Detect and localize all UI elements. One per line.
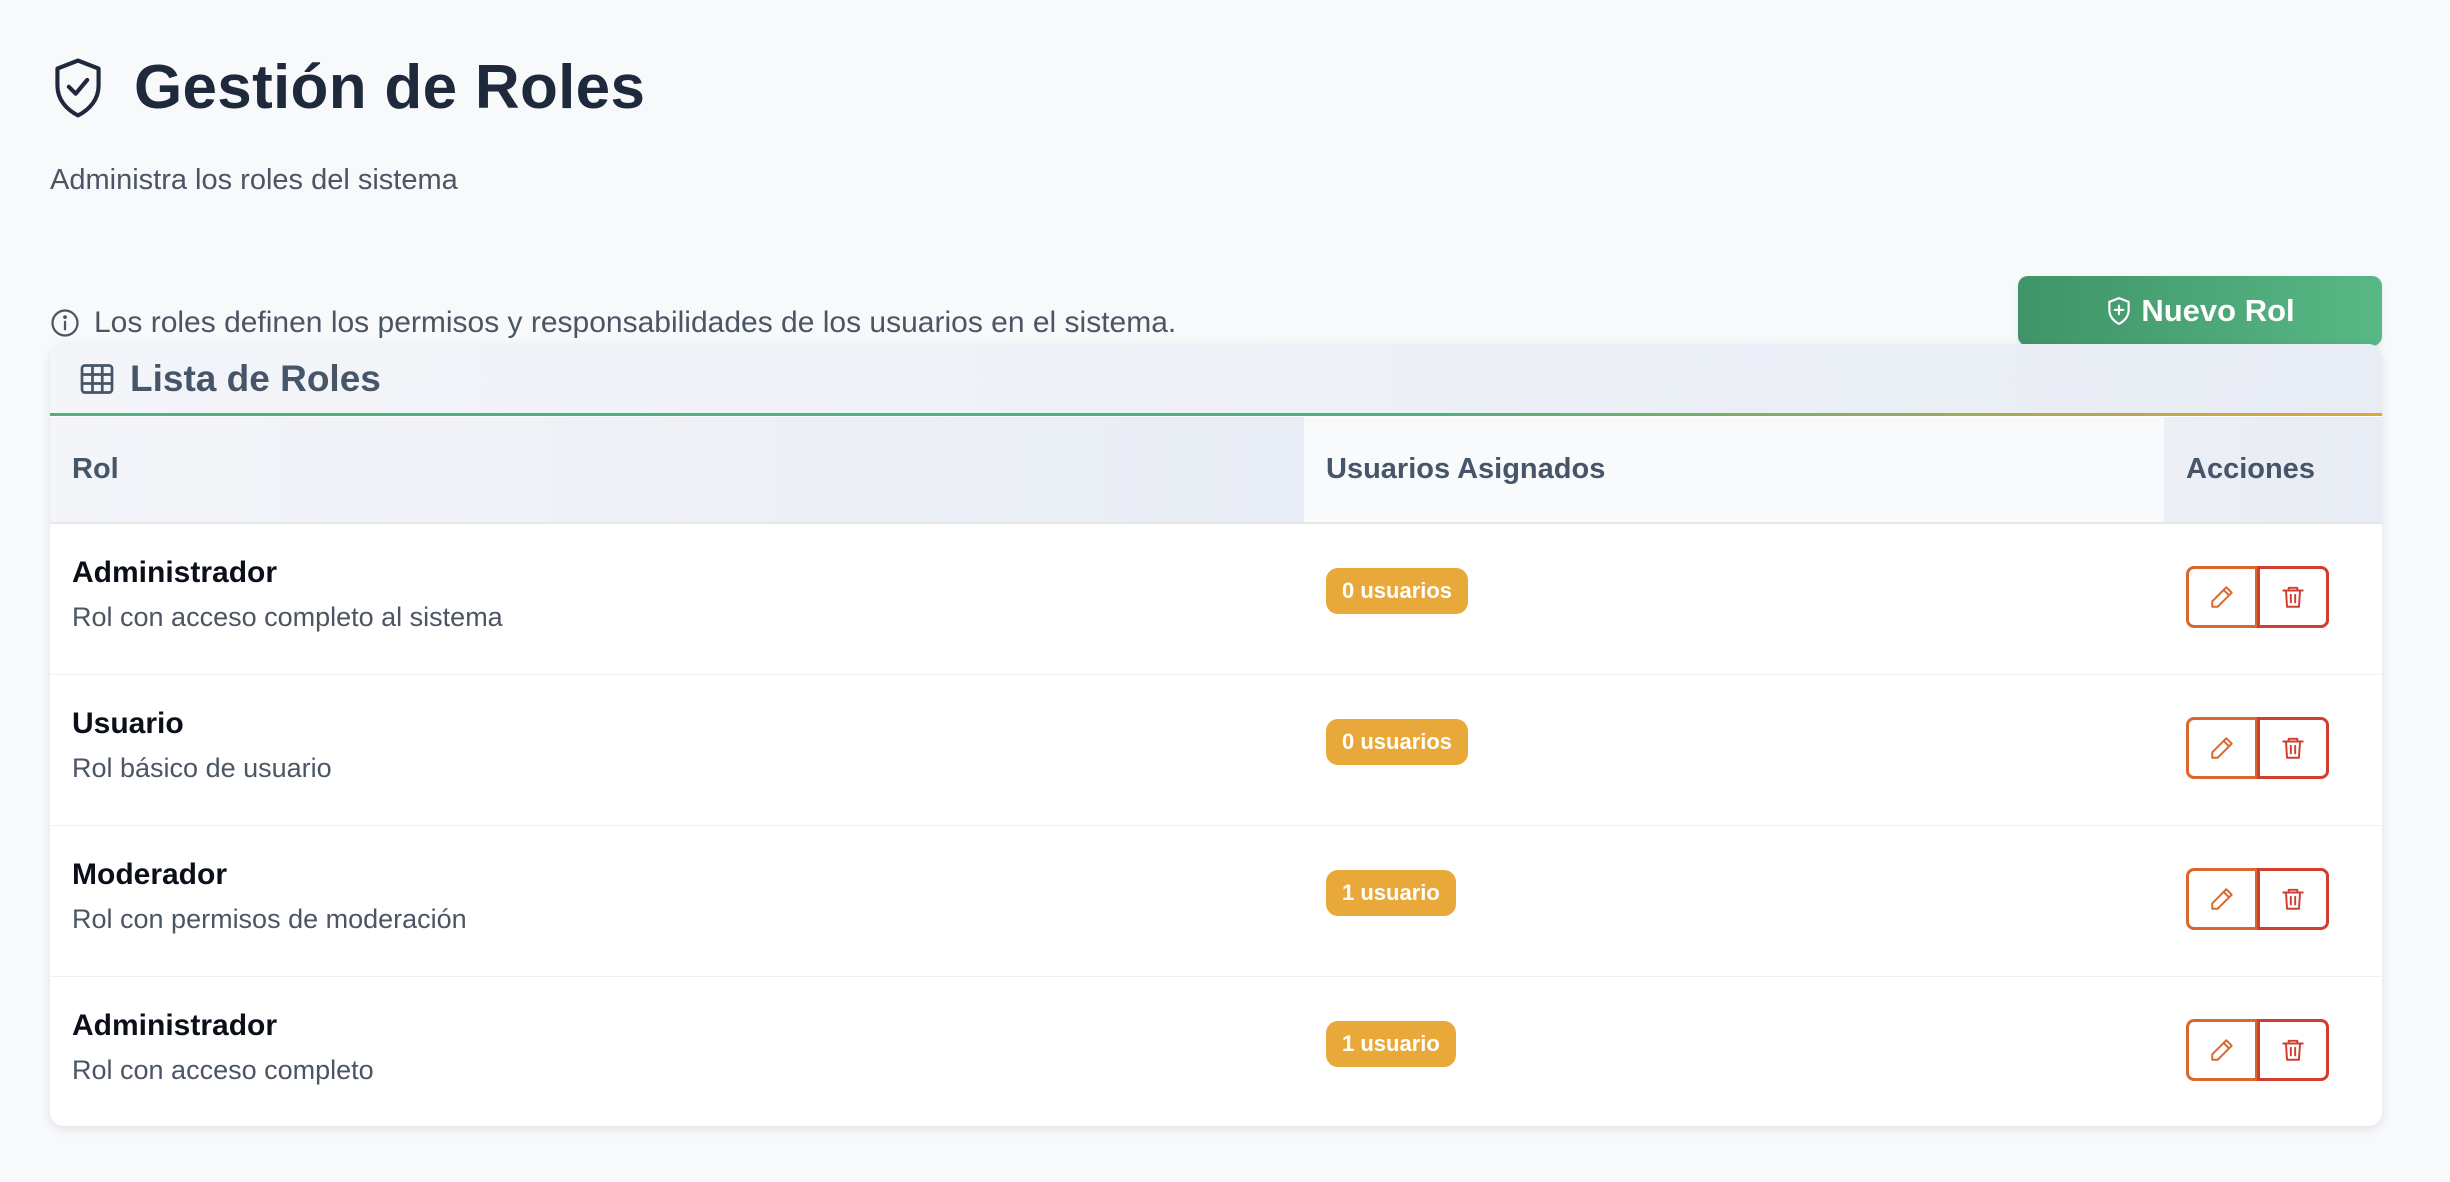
table-icon: [80, 364, 114, 394]
roles-table: Rol Usuarios Asignados Acciones Administ…: [50, 417, 2382, 1126]
actions-cell: [2164, 523, 2382, 675]
info-text: Los roles definen los permisos y respons…: [94, 306, 1177, 339]
table-row: Usuario Rol básico de usuario 0 usuarios: [50, 674, 2382, 826]
pencil-icon: [2211, 888, 2233, 910]
page-header: Gestión de Roles: [50, 56, 645, 120]
shield-check-icon: [55, 58, 101, 118]
users-cell: 1 usuario: [1304, 825, 2164, 977]
actions-cell: [2164, 977, 2382, 1127]
role-name: Administrador: [72, 555, 278, 589]
role-name: Usuario: [72, 706, 184, 740]
edit-role-button[interactable]: [2186, 566, 2258, 628]
users-cell: 0 usuarios: [1304, 523, 2164, 675]
edit-role-button[interactable]: [2186, 1019, 2258, 1081]
role-description: Rol con permisos de moderación: [72, 903, 467, 934]
role-name: Administrador: [72, 1008, 278, 1042]
new-role-label: Nuevo Rol: [2141, 293, 2295, 328]
delete-role-button[interactable]: [2257, 566, 2329, 628]
trash-icon: [2282, 586, 2304, 608]
card-header: Lista de Roles: [50, 344, 2382, 416]
table-row: Administrador Rol con acceso completo al…: [50, 523, 2382, 675]
role-cell: Administrador Rol con acceso completo: [50, 977, 1304, 1127]
role-name: Moderador: [72, 857, 228, 891]
trash-icon: [2282, 888, 2304, 910]
column-header-users: Usuarios Asignados: [1304, 417, 2164, 524]
actions-cell: [2164, 674, 2382, 826]
info-note: Los roles definen los permisos y respons…: [50, 306, 1176, 340]
page-subtitle: Administra los roles del sistema: [50, 164, 458, 196]
pencil-icon: [2211, 586, 2233, 608]
users-count-badge: 0 usuarios: [1326, 568, 1469, 614]
role-description: Rol con acceso completo: [72, 1054, 374, 1085]
info-circle-icon: [51, 309, 79, 337]
table-row: Administrador Rol con acceso completo 1 …: [50, 977, 2382, 1127]
delete-role-button[interactable]: [2257, 1019, 2329, 1081]
users-count-badge: 0 usuarios: [1326, 719, 1469, 765]
edit-role-button[interactable]: [2186, 868, 2258, 930]
delete-role-button[interactable]: [2257, 868, 2329, 930]
pencil-icon: [2211, 737, 2233, 759]
users-cell: 1 usuario: [1304, 977, 2164, 1127]
role-cell: Administrador Rol con acceso completo al…: [50, 523, 1304, 675]
role-cell: Moderador Rol con permisos de moderación: [50, 825, 1304, 977]
edit-role-button[interactable]: [2186, 717, 2258, 779]
role-cell: Usuario Rol básico de usuario: [50, 674, 1304, 826]
table-header-row: Rol Usuarios Asignados Acciones: [50, 417, 2382, 524]
users-cell: 0 usuarios: [1304, 674, 2164, 826]
page-title: Gestión de Roles: [134, 53, 646, 122]
pencil-icon: [2211, 1039, 2233, 1061]
users-count-badge: 1 usuario: [1326, 1021, 1456, 1067]
trash-icon: [2282, 1039, 2304, 1061]
shield-plus-icon: [2108, 297, 2131, 325]
new-role-button[interactable]: Nuevo Rol: [2018, 276, 2382, 346]
column-header-rol: Rol: [50, 417, 1304, 524]
users-count-badge: 1 usuario: [1326, 870, 1456, 916]
roles-card: Lista de Roles Rol Usuarios Asignados Ac…: [50, 344, 2382, 1126]
role-description: Rol con acceso completo al sistema: [72, 601, 503, 632]
card-title: Lista de Roles: [130, 358, 381, 399]
actions-cell: [2164, 825, 2382, 977]
trash-icon: [2282, 737, 2304, 759]
table-row: Moderador Rol con permisos de moderación…: [50, 825, 2382, 977]
roles-page: Gestión de Roles Administra los roles de…: [0, 0, 2450, 1182]
column-header-actions: Acciones: [2164, 417, 2382, 524]
delete-role-button[interactable]: [2257, 717, 2329, 779]
role-description: Rol básico de usuario: [72, 752, 332, 783]
